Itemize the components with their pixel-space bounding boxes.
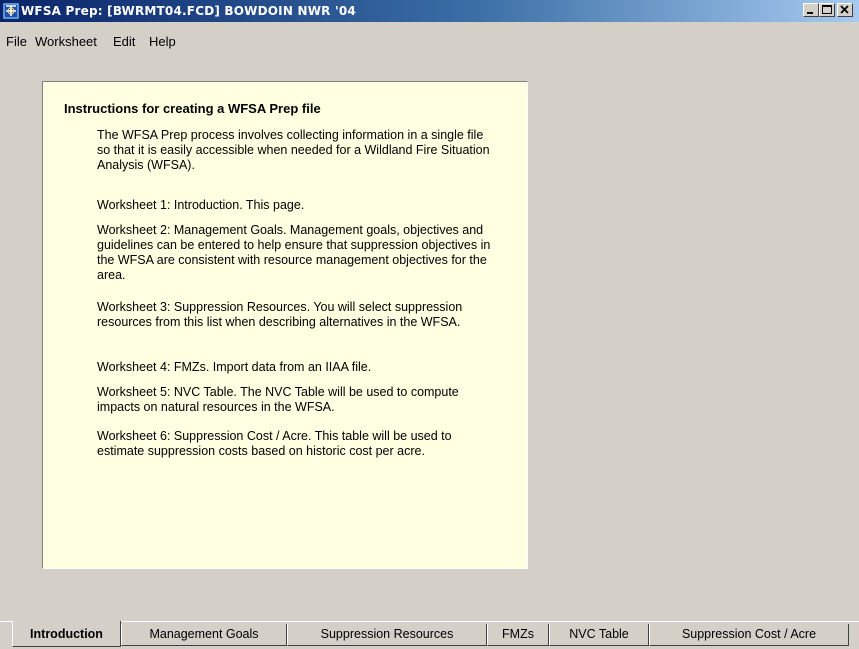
menu-file[interactable]: File bbox=[6, 34, 27, 49]
tab-introduction[interactable]: Introduction bbox=[12, 621, 121, 647]
close-button[interactable] bbox=[837, 3, 853, 17]
close-icon bbox=[840, 5, 849, 14]
worksheet-3-text: Worksheet 3: Suppression Resources. You … bbox=[97, 300, 463, 329]
tab-fmzs[interactable]: FMZs bbox=[487, 624, 549, 646]
worksheet-6-text: Worksheet 6: Suppression Cost / Acre. Th… bbox=[97, 429, 452, 458]
worksheet-2-text: Worksheet 2: Management Goals. Managemen… bbox=[97, 223, 491, 282]
tab-suppression-cost-acre[interactable]: Suppression Cost / Acre bbox=[649, 624, 849, 646]
worksheet-tabs: Introduction Management Goals Suppressio… bbox=[0, 620, 859, 649]
instructions-heading: Instructions for creating a WFSA Prep fi… bbox=[64, 101, 321, 116]
minimize-button[interactable] bbox=[803, 3, 819, 17]
wfsa-app-icon[interactable] bbox=[3, 3, 19, 19]
worksheet-5-text: Worksheet 5: NVC Table. The NVC Table wi… bbox=[97, 385, 459, 414]
title-bar[interactable]: WFSA Prep: [BWRMT04.FCD] BOWDOIN NWR '04 bbox=[0, 0, 859, 22]
maximize-button[interactable] bbox=[819, 3, 835, 17]
worksheet-1-text: Worksheet 1: Introduction. This page. bbox=[97, 198, 305, 212]
tab-suppression-resources[interactable]: Suppression Resources bbox=[287, 624, 487, 646]
menu-help[interactable]: Help bbox=[149, 34, 176, 49]
window-controls bbox=[803, 3, 857, 19]
instructions-panel: Instructions for creating a WFSA Prep fi… bbox=[42, 81, 528, 569]
maximize-icon bbox=[822, 5, 832, 14]
menu-bar: File Worksheet Edit Help bbox=[0, 34, 859, 52]
window-title: WFSA Prep: [BWRMT04.FCD] BOWDOIN NWR '04 bbox=[21, 4, 356, 18]
menu-worksheet[interactable]: Worksheet bbox=[35, 34, 97, 49]
menu-edit[interactable]: Edit bbox=[113, 34, 135, 49]
worksheet-4-text: Worksheet 4: FMZs. Import data from an I… bbox=[97, 360, 372, 374]
tab-nvc-table[interactable]: NVC Table bbox=[549, 624, 649, 646]
tab-management-goals[interactable]: Management Goals bbox=[121, 624, 287, 646]
minimize-icon bbox=[807, 12, 813, 14]
intro-paragraph: The WFSA Prep process involves collectin… bbox=[97, 128, 490, 172]
